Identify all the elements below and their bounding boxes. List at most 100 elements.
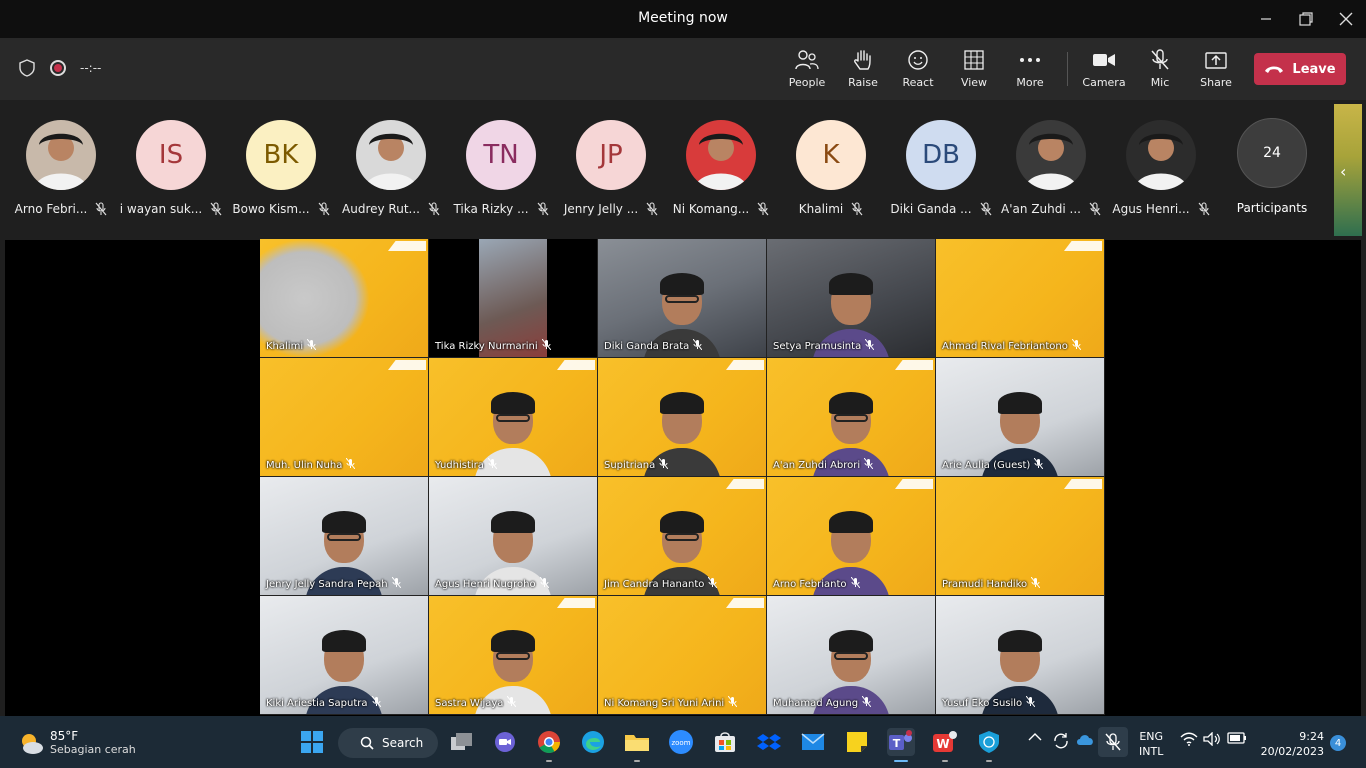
- video-tile[interactable]: Jim Candra Hananto: [598, 477, 767, 596]
- participant-card[interactable]: Arno Febri...: [7, 120, 115, 220]
- video-tile[interactable]: Sastra Wijaya: [429, 596, 598, 715]
- store-app[interactable]: [711, 728, 739, 756]
- svg-text:zoom: zoom: [671, 739, 690, 747]
- banner-logo: [557, 360, 595, 370]
- video-tile[interactable]: Muhamad Agung: [767, 596, 936, 715]
- mic-off-icon: [692, 338, 703, 353]
- tile-name: Ni Komang Sri Yuni Arini: [604, 697, 725, 709]
- mail-app[interactable]: [799, 728, 827, 756]
- sync-tray[interactable]: [1052, 732, 1070, 750]
- video-tile[interactable]: Pramudi Handiko: [936, 477, 1105, 596]
- banner-logo: [1064, 241, 1102, 251]
- participant-card[interactable]: Audrey Rut...: [337, 120, 445, 220]
- mic-off-icon: [863, 457, 874, 472]
- video-tile[interactable]: Arno Febrianto: [767, 477, 936, 596]
- dropbox-app[interactable]: [755, 728, 783, 756]
- participant-card[interactable]: JP Jenry Jelly ...: [557, 120, 665, 220]
- battery-icon: [1227, 732, 1246, 744]
- mic-off-icon: [541, 338, 552, 353]
- share-button[interactable]: Share: [1190, 48, 1242, 92]
- shared-content-thumbnail[interactable]: ‹: [1334, 104, 1362, 236]
- minimize-button[interactable]: [1246, 0, 1286, 38]
- zoom-app[interactable]: zoom: [667, 728, 695, 756]
- sticky-note-icon: [847, 732, 867, 752]
- system-clock[interactable]: 9:24 20/02/2023: [1258, 729, 1324, 759]
- mic-button[interactable]: Mic: [1134, 48, 1186, 92]
- camera-button[interactable]: Camera: [1078, 48, 1130, 92]
- video-tile[interactable]: Kiki Ariestia Saputra: [260, 596, 429, 715]
- teams-app[interactable]: T: [887, 728, 915, 762]
- participant-card[interactable]: TN Tika Rizky ...: [447, 120, 555, 220]
- react-button[interactable]: React: [892, 48, 944, 92]
- restore-button[interactable]: [1286, 0, 1326, 38]
- participant-card[interactable]: Agus Henri...: [1107, 120, 1215, 220]
- close-button[interactable]: [1326, 0, 1366, 38]
- avatar-initials: BK: [263, 140, 299, 170]
- wps-app[interactable]: W: [931, 728, 959, 762]
- more-button[interactable]: More: [1004, 48, 1056, 92]
- video-tile[interactable]: Setya Pramusinta: [767, 239, 936, 358]
- video-tile[interactable]: A'an Zuhdi Abrori: [767, 358, 936, 477]
- clock-date: 20/02/2023: [1260, 745, 1324, 758]
- video-tile[interactable]: Ni Komang Sri Yuni Arini: [598, 596, 767, 715]
- participant-name-row: Jenry Jelly ...: [557, 202, 665, 216]
- shield-icon[interactable]: [18, 58, 36, 78]
- participants-count-button[interactable]: 24: [1237, 118, 1307, 188]
- people-button[interactable]: People: [781, 48, 833, 92]
- participant-card[interactable]: DB Diki Ganda ...: [887, 120, 995, 220]
- video-tile[interactable]: Khalimi: [260, 239, 429, 358]
- chevron-left-icon[interactable]: ‹: [1340, 162, 1346, 181]
- chrome-app[interactable]: [535, 728, 563, 762]
- view-button[interactable]: View: [948, 48, 1000, 92]
- tile-name: Jim Candra Hananto: [604, 578, 705, 590]
- camera-icon: [1092, 48, 1116, 72]
- tile-name: Kiki Ariestia Saputra: [266, 697, 368, 709]
- tile-name: Arie Aulia (Guest): [942, 459, 1031, 471]
- participant-card[interactable]: Ni Komang...: [667, 120, 775, 220]
- meet-app[interactable]: [491, 728, 519, 756]
- participant-card[interactable]: A'an Zuhdi ...: [997, 120, 1105, 220]
- onedrive-tray[interactable]: [1075, 732, 1095, 746]
- battery-tray[interactable]: [1227, 732, 1247, 744]
- file-explorer-app[interactable]: [623, 728, 651, 762]
- tile-name: Sastra Wijaya: [435, 697, 504, 709]
- mic-muted-tray[interactable]: [1098, 727, 1128, 757]
- raise-hand-button[interactable]: Raise: [837, 48, 889, 92]
- show-hidden-icons[interactable]: [1028, 732, 1042, 742]
- avatar-initials: TN: [483, 140, 519, 170]
- video-tile[interactable]: Supitriana: [598, 358, 767, 477]
- volume-tray[interactable]: [1203, 732, 1221, 746]
- wifi-tray[interactable]: [1180, 732, 1198, 746]
- mic-off-icon: [864, 338, 875, 353]
- vpn-app[interactable]: [975, 728, 1003, 762]
- avatar: DB: [906, 120, 976, 190]
- sticky-notes-app[interactable]: [843, 728, 871, 756]
- video-tile[interactable]: Tika Rizky Nurmarini: [429, 239, 598, 358]
- video-tile[interactable]: Yudhistira: [429, 358, 598, 477]
- video-tile[interactable]: Diki Ganda Brata: [598, 239, 767, 358]
- video-tile[interactable]: Yusuf Eko Susilo: [936, 596, 1105, 715]
- edge-app[interactable]: [579, 728, 607, 756]
- taskbar-search[interactable]: Search: [338, 728, 438, 758]
- participant-card[interactable]: K Khalimi: [777, 120, 885, 220]
- tile-name: A'an Zuhdi Abrori: [773, 459, 861, 471]
- tile-name: Tika Rizky Nurmarini: [435, 340, 538, 352]
- video-tile[interactable]: Agus Henri Nugroho: [429, 477, 598, 596]
- video-tile[interactable]: Muh. Ulin Nuha: [260, 358, 429, 477]
- participant-card[interactable]: IS i wayan suk...: [117, 120, 225, 220]
- avatar-initials: K: [822, 140, 840, 170]
- mic-off-icon: [727, 695, 738, 710]
- video-tile[interactable]: Ahmad Rival Febriantono: [936, 239, 1105, 358]
- participant-card[interactable]: BK Bowo Kism...: [227, 120, 335, 220]
- task-view-button[interactable]: [448, 728, 476, 756]
- video-tile[interactable]: Jenry Jelly Sandra Pepah: [260, 477, 429, 596]
- weather-widget[interactable]: 85°F Sebagian cerah: [18, 729, 136, 756]
- notification-badge[interactable]: 4: [1330, 735, 1346, 751]
- video-tile[interactable]: Arie Aulia (Guest): [936, 358, 1105, 477]
- edge-icon: [582, 731, 604, 753]
- chrome-icon: [538, 731, 560, 753]
- leave-button[interactable]: Leave: [1254, 53, 1346, 85]
- input-language[interactable]: ENG INTL: [1139, 729, 1163, 759]
- start-button[interactable]: [298, 728, 326, 756]
- banner-logo: [557, 598, 595, 608]
